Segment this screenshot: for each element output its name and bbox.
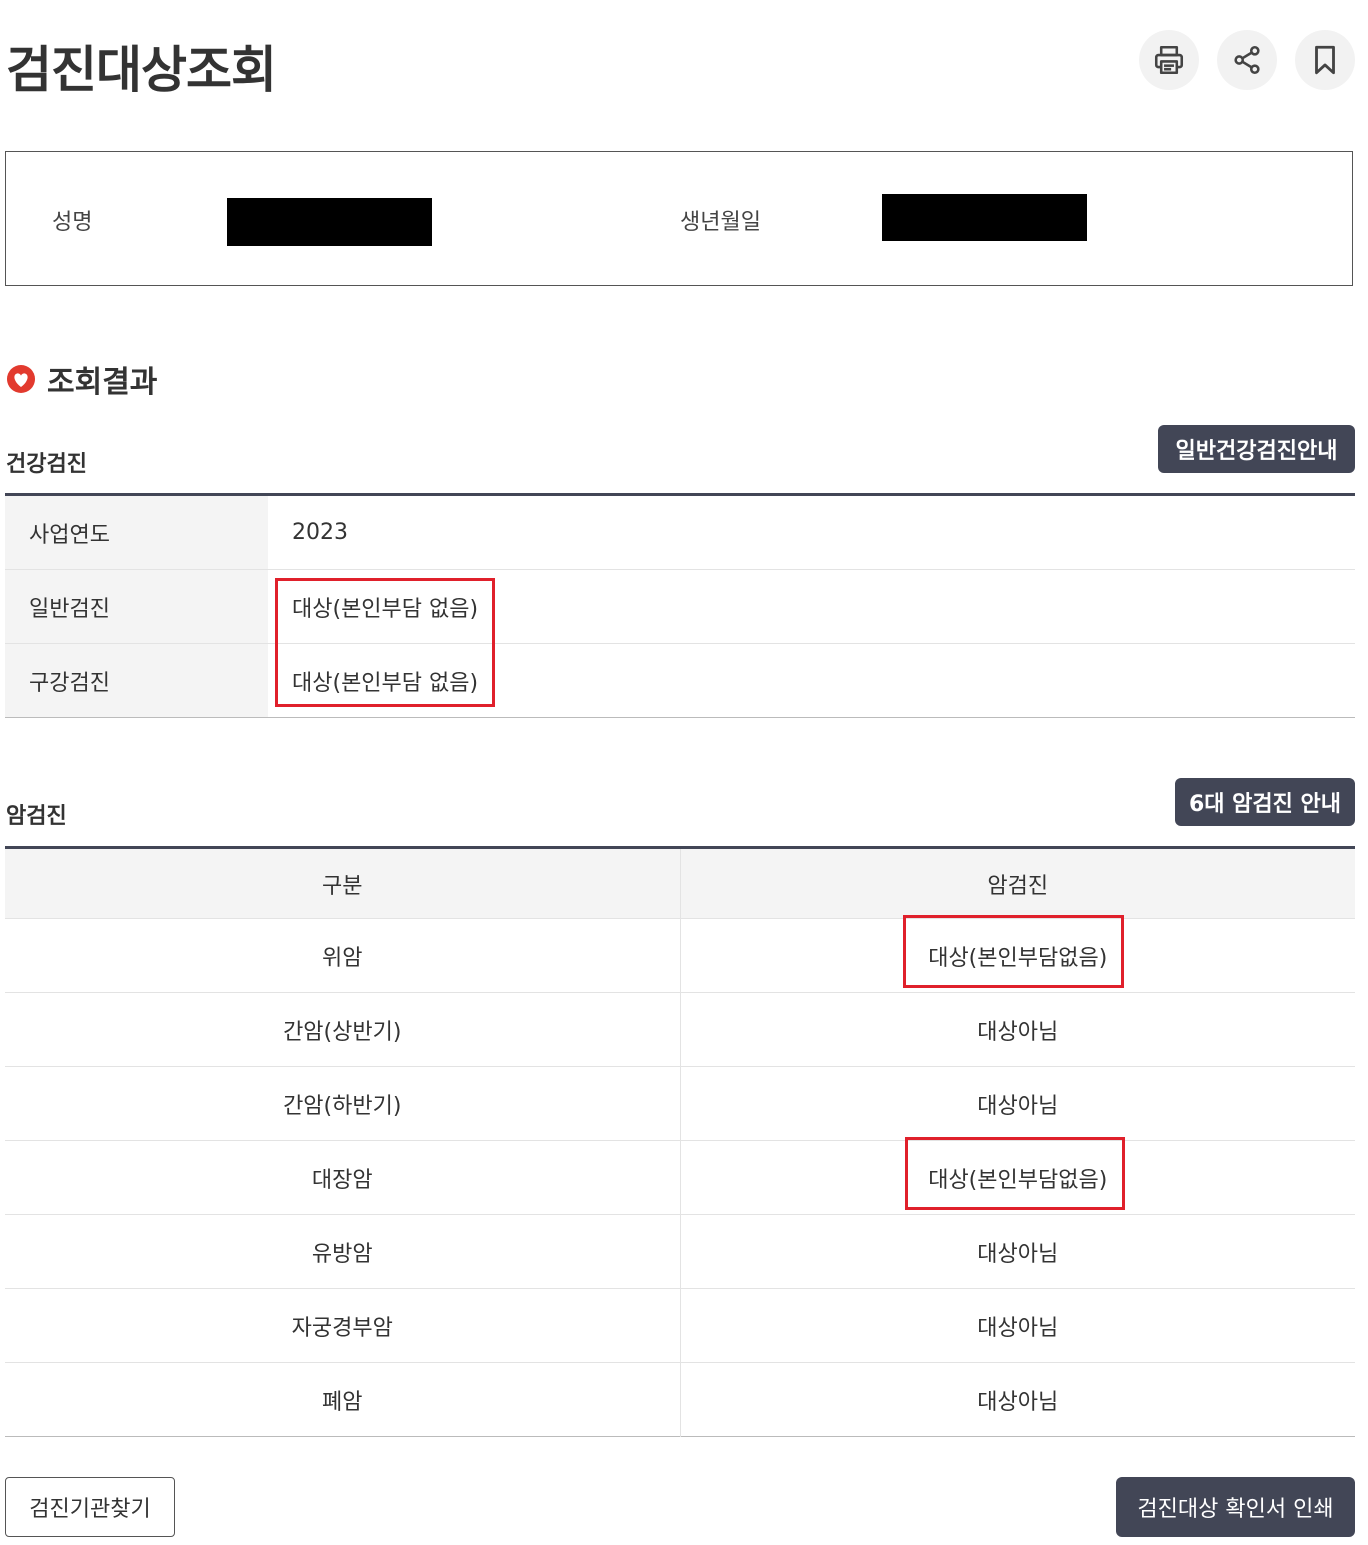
person-info-box: 성명 생년월일 [5, 151, 1353, 286]
table-row: 유방암 대상아님 [5, 1214, 1355, 1289]
table-row: 폐암 대상아님 [5, 1362, 1355, 1437]
general-checkup-label: 일반검진 [5, 569, 268, 644]
results-section-title: 조회결과 [5, 357, 157, 401]
business-year-label: 사업연도 [5, 494, 268, 570]
cancer-type: 위암 [5, 918, 681, 993]
birthdate-redacted [882, 194, 1087, 241]
table-row: 일반검진 대상(본인부담 없음) [5, 569, 1355, 644]
table-row: 간암(하반기) 대상아님 [5, 1066, 1355, 1141]
page-title: 검진대상조회 [6, 41, 277, 99]
cancer-type: 자궁경부암 [5, 1288, 681, 1363]
share-button[interactable] [1217, 30, 1277, 90]
cancer-status: 대상아님 [977, 1389, 1059, 1415]
share-icon [1234, 45, 1260, 75]
general-checkup-guide-button[interactable]: 일반건강검진안내 [1158, 425, 1355, 473]
birthdate-label: 생년월일 [680, 210, 761, 235]
cancer-status: 대상아님 [680, 1066, 1355, 1141]
column-header-cancer-checkup: 암검진 [680, 847, 1355, 919]
table-row: 사업연도 2023 [5, 494, 1355, 570]
cancer-type: 폐암 [5, 1362, 681, 1437]
health-checkup-table: 사업연도 2023 일반검진 대상(본인부담 없음) 구강검진 대상(본인부담 … [5, 493, 1355, 718]
column-header-category: 구분 [5, 847, 681, 919]
bookmark-icon [1315, 45, 1335, 75]
bookmark-button[interactable] [1295, 30, 1355, 90]
table-row: 간암(상반기) 대상아님 [5, 992, 1355, 1067]
cancer-status: 대상아님 [680, 1214, 1355, 1289]
cancer-type: 간암(상반기) [5, 992, 681, 1067]
print-certificate-button[interactable]: 검진대상 확인서 인쇄 [1116, 1477, 1355, 1537]
print-button[interactable] [1139, 30, 1199, 90]
cancer-status: 대상아님 [680, 1288, 1355, 1363]
oral-checkup-label: 구강검진 [5, 643, 268, 718]
general-checkup-value: 대상(본인부담 없음) [268, 569, 1355, 644]
table-row: 자궁경부암 대상아님 [5, 1288, 1355, 1363]
find-institution-button[interactable]: 검진기관찾기 [5, 1477, 175, 1537]
health-checkup-title: 건강검진 [6, 452, 87, 477]
results-title: 조회결과 [47, 365, 158, 400]
name-redacted [227, 198, 432, 246]
cancer-checkup-guide-button[interactable]: 6대 암검진 안내 [1175, 778, 1355, 826]
cancer-checkup-title: 암검진 [6, 804, 67, 829]
cancer-status: 대상아님 [680, 992, 1355, 1067]
cancer-type: 간암(하반기) [5, 1066, 681, 1141]
table-header-row: 구분 암검진 [5, 847, 1355, 919]
name-label: 성명 [52, 210, 93, 235]
business-year-value: 2023 [268, 494, 1355, 570]
heart-badge-icon [7, 365, 35, 393]
printer-icon [1154, 45, 1184, 75]
cancer-status: 대상(본인부담없음) [680, 1140, 1355, 1215]
cancer-status: 대상(본인부담없음) [680, 918, 1355, 993]
table-row: 구강검진 대상(본인부담 없음) [5, 643, 1355, 718]
cancer-checkup-table: 구분 암검진 위암 대상(본인부담없음) 간암(상반기) 대상아님 간암(하반기… [5, 846, 1355, 1437]
cancer-type: 유방암 [5, 1214, 681, 1289]
table-row: 대장암 대상(본인부담없음) [5, 1140, 1355, 1215]
table-row: 위암 대상(본인부담없음) [5, 918, 1355, 993]
oral-checkup-value: 대상(본인부담 없음) [292, 670, 479, 696]
cancer-type: 대장암 [5, 1140, 681, 1215]
